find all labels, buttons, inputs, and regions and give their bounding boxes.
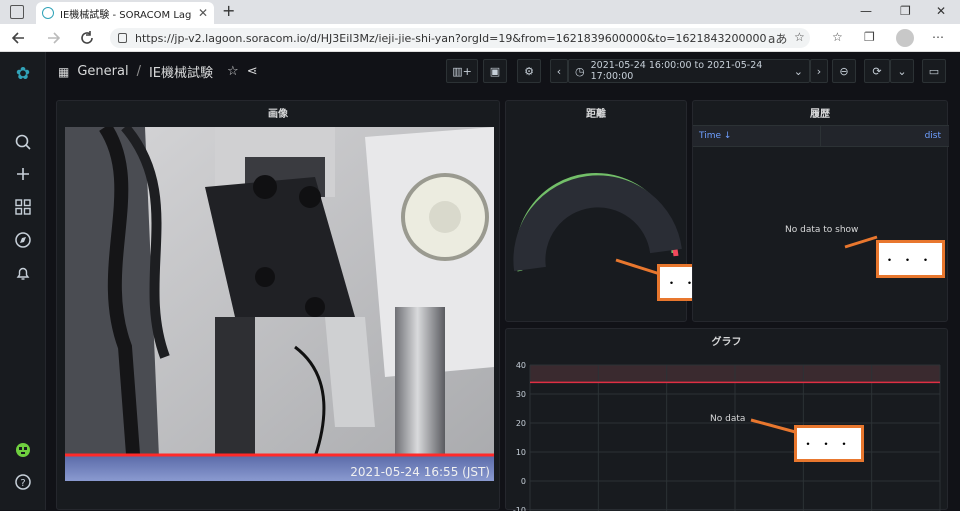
gear-icon: ⚙ [524,64,534,78]
new-tab-button[interactable]: + [222,1,235,20]
redaction-callout: ・・・ [794,425,864,462]
chevron-down-icon: ⌄ [793,64,803,78]
forward-icon[interactable] [46,31,60,45]
dashboard-grid-icon: ▦ [58,64,70,79]
chevron-down-icon: ⌄ [897,64,907,78]
url-text: https://jp-v2.lagoon.soracom.io/d/HJ3EiI… [135,31,767,45]
browser-menu-icon[interactable] [10,5,24,19]
add-panel-button[interactable]: ▥+ [446,59,478,83]
column-time[interactable]: Time ↓ [699,131,731,141]
callout-pointer [844,235,878,249]
alerts-bell-icon[interactable] [13,263,33,283]
favorite-icon[interactable]: ☆ [794,30,805,44]
reload-icon[interactable] [80,31,94,45]
close-window-icon[interactable]: ✕ [936,4,946,18]
graph-empty-message: No data [710,414,746,424]
panel-title: 画像 [268,109,288,120]
zoom-out-icon: ⊖ [839,64,849,78]
lock-icon [118,33,127,43]
panel-title: 履歴 [810,109,830,120]
refresh-interval-button[interactable]: ⌄ [890,59,914,83]
distance-panel[interactable]: 距離 ・・・ [505,100,728,322]
browser-tab[interactable]: IE機械試験 - SORACOM Lagoon ✕ [36,2,214,24]
add-icon[interactable] [13,164,33,184]
tab-title: IE機械試験 - SORACOM Lagoon [60,9,192,21]
time-forward-button[interactable]: › [810,59,828,83]
profile-avatar[interactable] [896,29,914,47]
y-tick-label: 0 [521,477,526,486]
dashboard-navbar: ▦ General / IE機械試験 ☆ ⋖ ▥+ ▣ ⚙ ‹ ◷ 2021-0… [46,52,960,92]
refresh-button[interactable]: ⟳ [864,59,890,83]
camera-image: 2021-05-24 16:55 (JST) [65,127,494,481]
y-tick-label: 30 [516,390,526,399]
minimize-icon[interactable]: — [860,4,872,18]
table-header: Time ↓ dist [693,125,949,147]
sidebar: ✿ ? [0,52,46,510]
history-panel[interactable]: 履歴 Time ↓ dist No data to show ・・・ [692,100,949,322]
soracom-favicon-icon [42,7,54,19]
column-divider [820,126,821,146]
camera-photo [65,127,494,481]
y-tick-label: 10 [516,448,526,457]
svg-text:?: ? [20,478,25,489]
y-tick-label: 20 [516,419,526,428]
zoom-out-button[interactable]: ⊖ [832,59,856,83]
save-icon: ▣ [489,64,501,78]
save-dashboard-button[interactable]: ▣ [483,59,507,83]
image-timestamp: 2021-05-24 16:55 (JST) [350,465,490,479]
column-dist[interactable]: dist [925,131,941,141]
star-icon[interactable]: ☆ [227,64,239,79]
address-bar-row: https://jp-v2.lagoon.soracom.io/d/HJ3EiI… [0,24,960,52]
read-aloud-icon[interactable]: aあ [768,30,787,47]
dashboards-icon[interactable] [13,197,33,217]
share-icon[interactable]: ⋖ [247,64,258,79]
search-icon[interactable] [13,132,33,152]
breadcrumb-separator: / [136,64,141,79]
monitor-icon: ▭ [928,64,940,78]
y-tick-label: 40 [516,361,526,370]
favorites-bar-icon[interactable]: ☆ [832,30,843,44]
dashboard-settings-button[interactable]: ⚙ [517,59,541,83]
time-range-label: 2021-05-24 16:00:00 to 2021-05-24 17:00:… [590,60,763,82]
chevron-right-icon: › [816,64,822,78]
time-back-button[interactable]: ‹ [550,59,568,83]
empty-message: No data to show [785,225,859,235]
redaction-callout: ・・・ [876,240,945,278]
callout-pointer [615,258,661,276]
browser-more-icon[interactable]: ⋯ [932,30,944,44]
dashboard-title[interactable]: IE機械試験 [149,62,213,81]
time-range-picker[interactable]: ◷ 2021-05-24 16:00:00 to 2021-05-24 17:0… [568,59,810,83]
refresh-icon: ⟳ [872,64,882,78]
tv-mode-button[interactable]: ▭ [922,59,946,83]
clock-icon: ◷ [575,64,585,78]
browser-tab-strip: IE機械試験 - SORACOM Lagoon ✕ + — ❐ ✕ [0,0,960,24]
y-tick-label: -10 [513,506,526,511]
back-icon[interactable] [12,31,26,45]
tab-close-icon[interactable]: ✕ [198,6,208,20]
chevron-left-icon: ‹ [556,64,562,78]
help-icon[interactable]: ? [13,472,33,492]
explore-compass-icon[interactable] [13,230,33,250]
maximize-icon[interactable]: ❐ [900,4,911,18]
collections-icon[interactable]: ❐ [864,30,875,44]
user-avatar[interactable] [13,440,33,460]
breadcrumb: ▦ General / IE機械試験 ☆ ⋖ [58,62,258,81]
image-panel[interactable]: 画像 2021-05-24 16:55 (JST) [56,100,500,510]
breadcrumb-folder[interactable]: General [77,64,128,79]
url-input[interactable]: https://jp-v2.lagoon.soracom.io/d/HJ3EiI… [110,28,810,48]
add-panel-icon: ▥+ [452,64,472,78]
lagoon-logo-icon[interactable]: ✿ [13,64,33,84]
graph-panel[interactable]: グラフ 40 30 20 10 0 -10 No data ・・・ [505,328,948,511]
